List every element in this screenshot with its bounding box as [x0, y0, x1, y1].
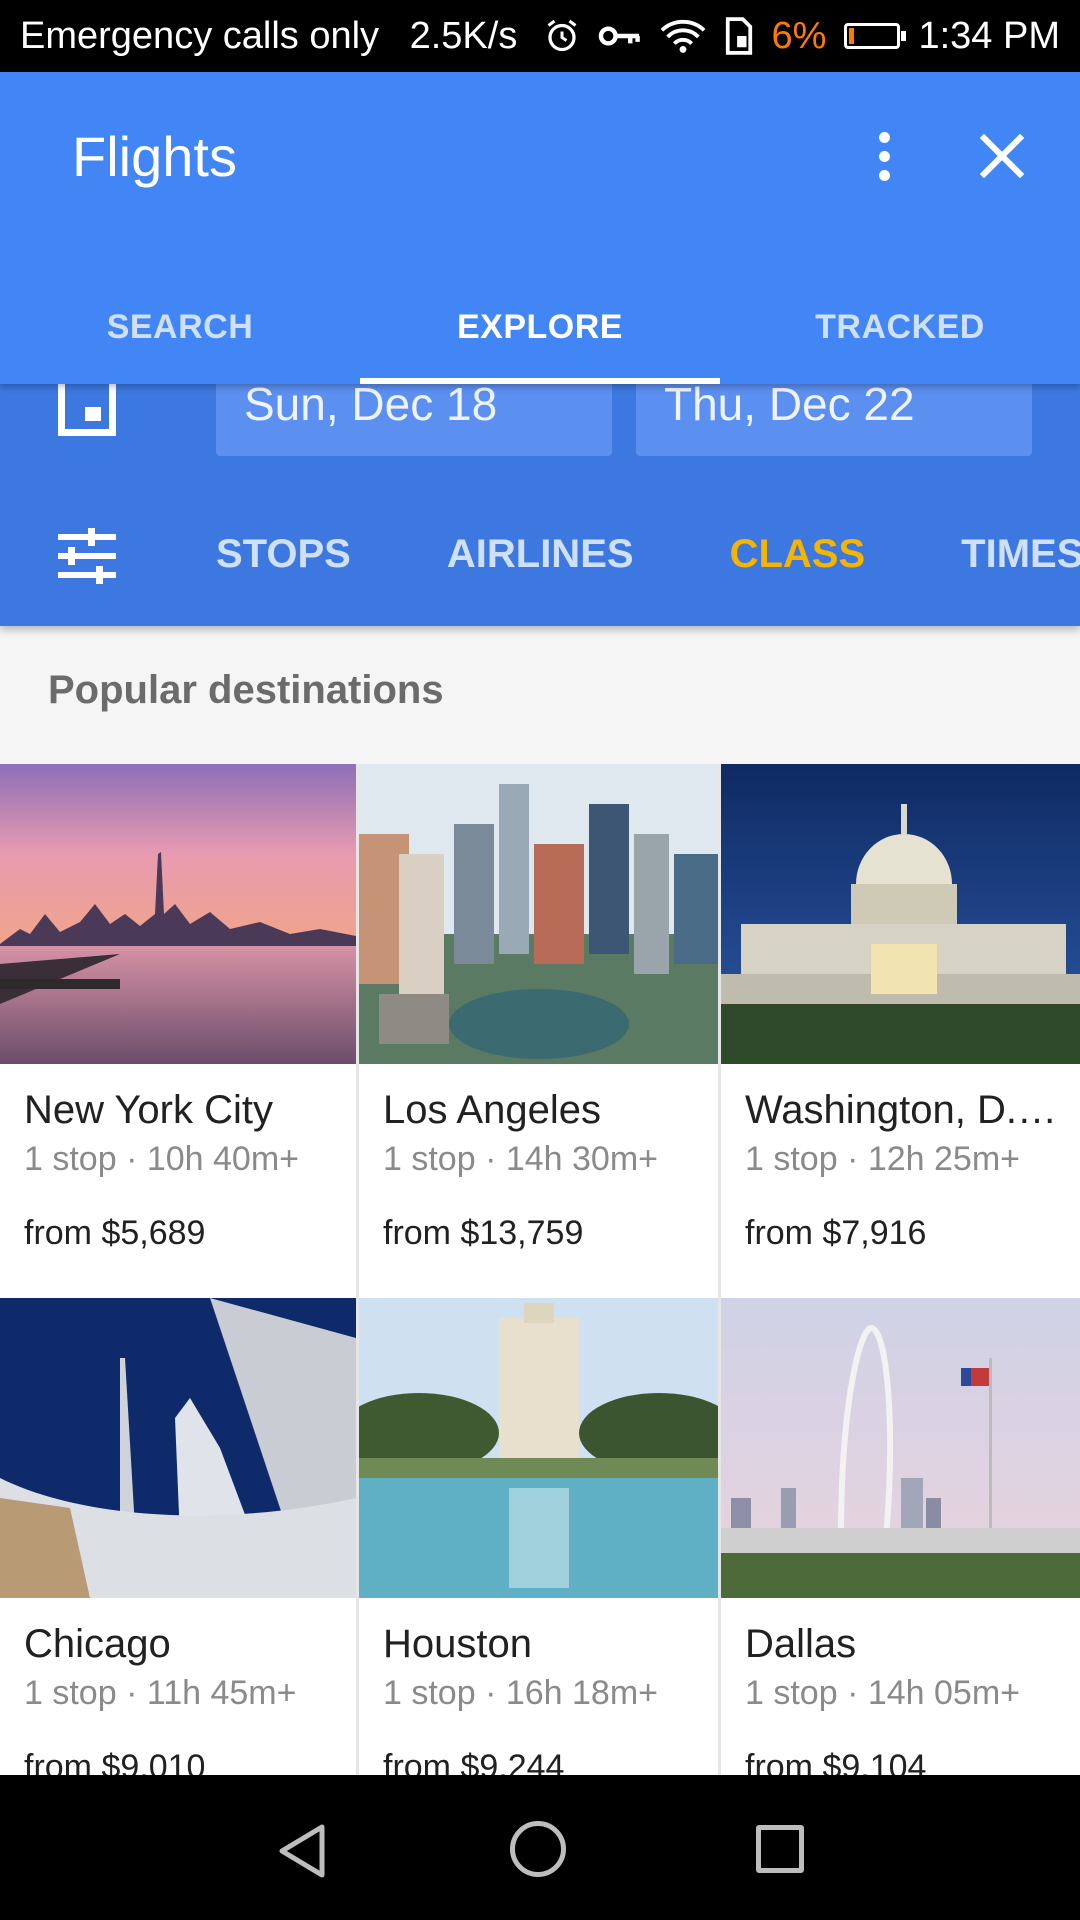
destination-image: [0, 1298, 356, 1598]
sim-icon: [725, 17, 752, 55]
clock: 1:34 PM: [918, 14, 1060, 57]
destination-price: from $9,010: [24, 1748, 206, 1775]
return-date-field[interactable]: Thu, Dec 22: [636, 381, 1032, 456]
destination-name: Houston: [383, 1622, 532, 1666]
destination-image: [359, 764, 718, 1064]
tab-explore[interactable]: EXPLORE: [360, 282, 720, 384]
destination-price: from $7,916: [745, 1214, 927, 1252]
close-icon[interactable]: [970, 124, 1034, 188]
destination-image: [721, 1298, 1080, 1598]
destination-meta: 1 stop · 14h 30m+: [383, 1140, 659, 1178]
destination-meta: 1 stop · 12h 25m+: [745, 1140, 1021, 1178]
destination-card-dallas[interactable]: Dallas 1 stop · 14h 05m+ from $9,104: [721, 1298, 1080, 1775]
wifi-icon: [660, 20, 705, 53]
destination-name: Washington, D.…: [745, 1088, 1057, 1132]
destination-meta: 1 stop · 16h 18m+: [383, 1674, 659, 1712]
destination-meta: 1 stop · 10h 40m+: [24, 1140, 300, 1178]
destination-price: from $5,689: [24, 1214, 206, 1252]
destination-price: from $9,244: [383, 1748, 565, 1775]
destination-price: from $9,104: [745, 1748, 927, 1775]
destination-image: [721, 764, 1080, 1064]
alarm-icon: [547, 19, 576, 52]
more-vert-icon[interactable]: [860, 124, 908, 188]
battery-percent: 6%: [771, 14, 827, 57]
destination-image: [0, 764, 356, 1064]
section-title: Popular destinations: [48, 668, 444, 712]
carrier-text: Emergency calls only: [20, 14, 380, 57]
filter-airlines[interactable]: AIRLINES: [447, 504, 634, 604]
filter-stops[interactable]: STOPS: [216, 504, 351, 604]
key-icon: [598, 26, 640, 46]
app-bar: Flights SEARCH EXPLORE TRACKED: [0, 72, 1080, 384]
destination-card-houston[interactable]: Houston 1 stop · 16h 18m+ from $9,244: [359, 1298, 718, 1775]
recent-apps-icon[interactable]: [756, 1825, 804, 1873]
tab-tracked[interactable]: TRACKED: [720, 282, 1080, 384]
tune-icon[interactable]: [58, 528, 116, 584]
destination-image: [359, 1298, 718, 1598]
destination-price: from $13,759: [383, 1214, 584, 1252]
tab-search[interactable]: SEARCH: [0, 282, 360, 384]
destination-meta: 1 stop · 11h 45m+: [24, 1674, 297, 1712]
destinations-grid: New York City 1 stop · 10h 40m+ from $5,…: [0, 764, 1080, 1775]
network-speed: 2.5K/s: [409, 14, 518, 57]
destination-name: Los Angeles: [383, 1088, 601, 1132]
destination-name: Chicago: [24, 1622, 171, 1666]
depart-date-field[interactable]: Sun, Dec 18: [216, 381, 612, 456]
destination-name: Dallas: [745, 1622, 857, 1666]
navigation-bar: [0, 1775, 1080, 1920]
calendar-icon[interactable]: [58, 384, 116, 436]
battery-icon: [844, 23, 907, 49]
destination-card-washington[interactable]: Washington, D.… 1 stop · 12h 25m+ from $…: [721, 764, 1080, 1298]
filter-class[interactable]: CLASS: [730, 504, 866, 604]
destination-card-los-angeles[interactable]: Los Angeles 1 stop · 14h 30m+ from $13,7…: [359, 764, 718, 1298]
destination-meta: 1 stop · 14h 05m+: [745, 1674, 1021, 1712]
tab-bar: SEARCH EXPLORE TRACKED: [0, 282, 1080, 384]
page-title: Flights: [72, 125, 237, 188]
destination-name: New York City: [24, 1088, 273, 1132]
destination-card-new-york[interactable]: New York City 1 stop · 10h 40m+ from $5,…: [0, 764, 356, 1298]
home-icon[interactable]: [510, 1821, 566, 1877]
filter-times[interactable]: TIMES: [961, 504, 1080, 604]
filter-chips: STOPS AIRLINES CLASS TIMES: [216, 504, 1080, 604]
back-icon[interactable]: [276, 1823, 328, 1879]
status-bar: Emergency calls only 2.5K/s 6% 1:34 PM: [0, 0, 1080, 72]
filters-panel: Sun, Dec 18 Thu, Dec 22 STOPS AIRLINES C…: [0, 381, 1080, 626]
destination-card-chicago[interactable]: Chicago 1 stop · 11h 45m+ from $9,010: [0, 1298, 356, 1775]
